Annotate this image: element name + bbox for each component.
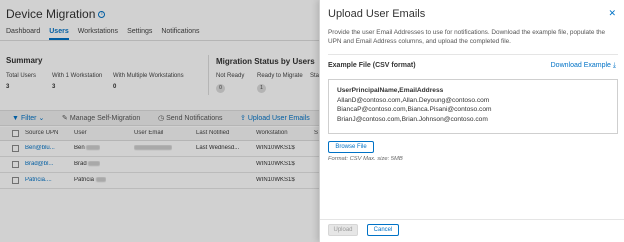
csv-line: BrianJ@contoso.com,Brian.Johnson@contoso…: [337, 115, 488, 123]
panel-footer-divider: [320, 219, 624, 220]
upload-button[interactable]: Upload: [328, 224, 358, 236]
csv-line: AllanD@contoso.com,Allan.Deyoung@contoso…: [337, 96, 490, 104]
cancel-button[interactable]: Cancel: [367, 224, 399, 236]
panel-title: Upload User Emails: [328, 8, 426, 20]
csv-header-line: UserPrincipalName,EmailAddress: [337, 87, 444, 94]
close-icon[interactable]: ✕: [608, 9, 616, 18]
example-file-label: Example File (CSV format): [328, 62, 416, 69]
format-hint: Format: CSV Max. size: 5MB: [328, 156, 403, 162]
csv-example-box: UserPrincipalName,EmailAddress AllanD@co…: [328, 79, 618, 134]
download-icon: ⤓: [612, 62, 616, 69]
browse-file-button[interactable]: Browse File: [328, 141, 374, 153]
csv-line: BiancaP@contoso.com,Bianca.Pisani@contos…: [337, 106, 492, 113]
panel-divider: [328, 54, 618, 55]
download-example-link[interactable]: Download Example ⤓: [551, 62, 616, 70]
modal-overlay[interactable]: [0, 0, 320, 242]
upload-user-emails-panel: Upload User Emails ✕ Provide the user Em…: [319, 0, 624, 242]
download-example-label: Download Example: [550, 62, 611, 69]
panel-description: Provide the user Email Addresses to use …: [328, 29, 606, 45]
